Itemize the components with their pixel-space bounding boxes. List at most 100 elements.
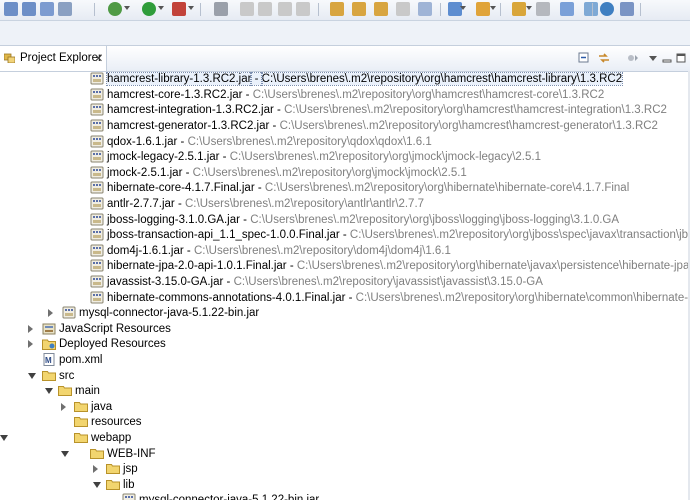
search-icon[interactable]: [560, 2, 574, 16]
new-java-class-icon[interactable]: [476, 2, 490, 16]
run-icon[interactable]: [142, 2, 156, 16]
terminate-icon[interactable]: [278, 2, 292, 16]
folder-icon: [74, 417, 88, 427]
tree-item-deployed-resources[interactable]: Deployed Resources: [0, 336, 690, 352]
folder-icon: [106, 464, 120, 474]
tree-item-jboss-transaction-api[interactable]: jboss-transaction-api_1.1_spec-1.0.0.Fin…: [0, 227, 690, 243]
tree-item-main[interactable]: main: [0, 383, 690, 399]
tree-item-resources[interactable]: resources: [0, 414, 690, 430]
tree-item-hamcrest-core[interactable]: hamcrest-core-1.3.RC2.jar - C:\Users\bre…: [0, 87, 690, 103]
jar-icon: [90, 197, 104, 210]
tree-item-hibernate-core[interactable]: hibernate-core-4.1.7.Final.jar - C:\User…: [0, 180, 690, 196]
jar-icon: [90, 88, 104, 101]
annotation-icon[interactable]: [584, 2, 598, 16]
view-menu-icon[interactable]: [646, 51, 660, 65]
tree-item-path: C:\Users\brenes\.m2\repository\org\hamcr…: [260, 72, 624, 86]
chevron-down-icon[interactable]: [490, 6, 496, 10]
tree-item-path: C:\Users\brenes\.m2\repository\org\jmock…: [229, 151, 541, 163]
tree-item-jsp[interactable]: jsp: [0, 461, 690, 477]
collapsed-arrow-icon[interactable]: [28, 340, 33, 348]
tree-item-javassist[interactable]: javassist-3.15.0-GA.jar - C:\Users\brene…: [0, 274, 690, 290]
jar-icon: [90, 166, 104, 179]
tree-item-separator: -: [223, 276, 234, 288]
tree-item-mysql-connector-top[interactable]: mysql-connector-java-5.1.22-bin.jar: [0, 305, 690, 321]
tree-item-jboss-logging[interactable]: jboss-logging-3.1.0.GA.jar - C:\Users\br…: [0, 212, 690, 228]
tree-item-text: main: [75, 383, 100, 399]
disconnect-icon[interactable]: [296, 2, 310, 16]
print-icon[interactable]: [58, 2, 72, 16]
tree-item-path: C:\Users\brenes\.m2\repository\org\jmock…: [192, 167, 467, 179]
expanded-arrow-icon[interactable]: [45, 388, 53, 394]
skip-breakpoints-icon[interactable]: [214, 2, 228, 16]
resume-icon[interactable]: [240, 2, 254, 16]
new-icon[interactable]: [4, 2, 18, 16]
tree-item-path: C:\Users\brenes\.m2\repository\qdox\qdox…: [187, 136, 432, 148]
open-task-icon[interactable]: [536, 2, 550, 16]
tree-item-hamcrest-generator[interactable]: hamcrest-generator-1.3.RC2.jar - C:\User…: [0, 118, 690, 134]
tree-item-dom4j[interactable]: dom4j-1.6.1.jar - C:\Users\brenes\.m2\re…: [0, 243, 690, 259]
tree-item-hibernate-jpa[interactable]: hibernate-jpa-2.0-api-1.0.1.Final.jar - …: [0, 258, 690, 274]
tree-item-label: src: [59, 370, 75, 382]
globe-icon[interactable]: [600, 2, 614, 16]
filter-icon[interactable]: [626, 51, 640, 65]
tab-project-explorer[interactable]: Project Explorer ✕: [0, 46, 107, 71]
tree-item-hibernate-commons[interactable]: hibernate-commons-annotations-4.0.1.Fina…: [0, 290, 690, 306]
collapsed-arrow-icon[interactable]: [93, 465, 98, 473]
maximize-icon[interactable]: [674, 51, 688, 65]
tree-item-hamcrest-library[interactable]: hamcrest-library-1.3.RC2.jar - C:\Users\…: [0, 71, 690, 87]
tree-item-jmock[interactable]: jmock-2.5.1.jar - C:\Users\brenes\.m2\re…: [0, 165, 690, 181]
expanded-arrow-icon[interactable]: [93, 482, 101, 488]
minimize-icon[interactable]: [660, 51, 674, 65]
expanded-arrow-icon[interactable]: [0, 435, 8, 441]
tree-item-jmock-legacy[interactable]: jmock-legacy-2.5.1.jar - C:\Users\brenes…: [0, 149, 690, 165]
save-all-icon[interactable]: [40, 2, 54, 16]
tree-item-lib[interactable]: lib: [0, 477, 690, 493]
link-with-editor-icon[interactable]: [597, 51, 611, 65]
expanded-arrow-icon[interactable]: [61, 451, 69, 457]
expanded-arrow-icon[interactable]: [28, 373, 36, 379]
open-type-icon[interactable]: [512, 2, 526, 16]
tree-item-text: jboss-logging-3.1.0.GA.jar - C:\Users\br…: [107, 212, 619, 228]
toolbar-separator: [440, 3, 441, 16]
use-step-filters-icon[interactable]: [418, 2, 432, 16]
step-into-icon[interactable]: [330, 2, 344, 16]
tree-item-label: hamcrest-library-1.3.RC2.jar: [105, 72, 253, 86]
project-tree: hamcrest-library-1.3.RC2.jar - C:\Users\…: [0, 71, 690, 500]
toolbar-separator: [200, 3, 201, 16]
project-explorer-icon: [4, 53, 15, 63]
chevron-down-icon[interactable]: [158, 6, 164, 10]
collapsed-arrow-icon[interactable]: [28, 325, 33, 333]
tree-item-qdox[interactable]: qdox-1.6.1.jar - C:\Users\brenes\.m2\rep…: [0, 134, 690, 150]
collapsed-arrow-icon[interactable]: [48, 309, 53, 317]
tree-item-src[interactable]: src: [0, 368, 690, 384]
collapsed-arrow-icon[interactable]: [61, 403, 66, 411]
tree-item-pom-xml[interactable]: Mpom.xml: [0, 352, 690, 368]
tree-item-text: hibernate-jpa-2.0-api-1.0.1.Final.jar - …: [107, 258, 690, 274]
jar-icon: [90, 275, 104, 288]
tree-item-web-inf[interactable]: WEB-INF: [0, 446, 690, 462]
chevron-down-icon[interactable]: [526, 6, 532, 10]
close-icon[interactable]: ✕: [94, 52, 103, 65]
tree-item-webapp[interactable]: webapp: [0, 430, 690, 446]
chevron-down-icon[interactable]: [460, 6, 466, 10]
toolbar-gap: [0, 21, 690, 45]
tree-item-java[interactable]: java: [0, 399, 690, 415]
suspend-icon[interactable]: [258, 2, 272, 16]
chevron-down-icon[interactable]: [188, 6, 194, 10]
tree-item-path: C:\Users\brenes\.m2\repository\org\hamcr…: [252, 89, 605, 101]
tree-item-antlr[interactable]: antlr-2.7.7.jar - C:\Users\brenes\.m2\re…: [0, 196, 690, 212]
chevron-down-icon[interactable]: [124, 6, 130, 10]
tree-item-mysql-connector-lib[interactable]: mysql-connector-java-5.1.22-bin.jar: [0, 492, 690, 500]
tree-item-text: mysql-connector-java-5.1.22-bin.jar: [79, 305, 259, 321]
step-over-icon[interactable]: [352, 2, 366, 16]
drop-to-frame-icon[interactable]: [396, 2, 410, 16]
folder-icon: [74, 402, 88, 412]
save-icon[interactable]: [22, 2, 36, 16]
external-tools-icon[interactable]: [172, 2, 186, 16]
tree-item-javascript-resources[interactable]: JavaScript Resources: [0, 321, 690, 337]
tree-item-hamcrest-integration[interactable]: hamcrest-integration-1.3.RC2.jar - C:\Us…: [0, 102, 690, 118]
debug-icon[interactable]: [108, 2, 122, 16]
collapse-all-icon[interactable]: [577, 51, 591, 65]
step-return-icon[interactable]: [374, 2, 388, 16]
perspective-icon[interactable]: [620, 2, 634, 16]
